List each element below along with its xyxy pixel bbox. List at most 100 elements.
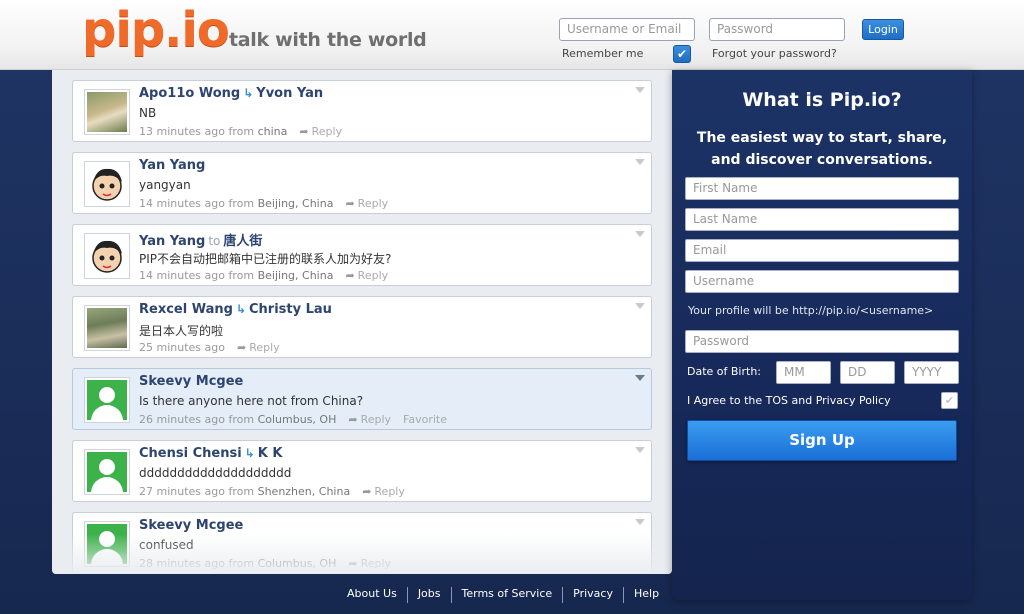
post-author[interactable]: Chensi Chensi (139, 446, 242, 461)
login-password-input[interactable]: Password (709, 18, 845, 41)
post-recipient[interactable]: Yvon Yan (256, 86, 323, 101)
feed-post[interactable]: Skeevy Mcgee Is there anyone here not fro… (72, 368, 652, 430)
header: pip.io talk with the world Username or E… (0, 0, 1024, 70)
post-time[interactable]: 27 minutes ago (139, 485, 225, 498)
post-meta: 14 minutes ago from Beijing, China ➦ Reply (139, 269, 388, 282)
post-menu-chevron-icon[interactable] (635, 231, 645, 237)
reply-link[interactable]: ➦Reply (348, 413, 391, 426)
reply-arrow-icon: ↳ (235, 302, 246, 316)
footer-link-help[interactable]: Help (622, 587, 669, 603)
dob-year-input[interactable]: YYYY (904, 361, 959, 384)
post-header: Yan Yang (139, 158, 205, 173)
post-author[interactable]: Rexcel Wang (139, 302, 233, 317)
post-header: Apo11o Wong ↳ Yvon Yan (139, 86, 323, 101)
post-author[interactable]: Apo11o Wong (139, 86, 240, 101)
post-author[interactable]: Yan Yang (139, 234, 205, 249)
post-author[interactable]: Skeevy Mcgee (139, 374, 243, 389)
post-time[interactable]: 25 minutes ago (139, 341, 225, 354)
post-time[interactable]: 26 minutes ago (139, 413, 225, 426)
post-author[interactable]: Skeevy Mcgee (139, 518, 243, 533)
reply-link[interactable]: ➦Reply (345, 269, 388, 282)
signup-title: What is Pip.io? (742, 89, 902, 111)
reply-link[interactable]: ➦Reply (362, 485, 405, 498)
avatar[interactable] (84, 305, 130, 351)
post-header: Skeevy Mcgee (139, 374, 243, 389)
dob-day-input[interactable]: DD (840, 361, 895, 384)
avatar[interactable] (84, 377, 130, 423)
reply-arrow-icon: ↳ (244, 446, 255, 460)
activity-feed: Apo11o Wong ↳ Yvon Yan NB 13 minutes ago fro… (52, 70, 672, 574)
post-location[interactable]: Beijing, China (258, 197, 334, 210)
feed-post[interactable]: Yan Yang to 唐人街 PIP不会自动把邮箱中已注册的联系人加为好友? 14 m… (72, 224, 652, 286)
post-menu-chevron-icon[interactable] (635, 303, 645, 309)
post-time[interactable]: 14 minutes ago (139, 269, 225, 282)
feed-post[interactable]: Apo11o Wong ↳ Yvon Yan NB 13 minutes ago fro… (72, 80, 652, 142)
footer-link-privacy[interactable]: Privacy (562, 587, 623, 603)
post-message: dddddddddddddddddddd (139, 466, 292, 480)
email-input[interactable]: Email (685, 239, 959, 262)
post-time[interactable]: 13 minutes ago (139, 125, 225, 138)
tos-checkbox[interactable]: ✔ (941, 392, 958, 409)
post-location[interactable]: Shenzhen, China (258, 485, 351, 498)
feed-post[interactable]: Yan Yang yangyan 14 minutes ago from Beiji… (72, 152, 652, 214)
post-from-word: from (228, 197, 255, 210)
avatar[interactable] (84, 233, 130, 279)
avatar-image (87, 380, 127, 420)
reply-link[interactable]: ➦Reply (299, 125, 342, 138)
post-message: NB (139, 106, 157, 120)
post-from-word: from (228, 413, 255, 426)
post-from-word: from (228, 485, 255, 498)
logo[interactable]: pip.io (82, 2, 230, 58)
post-menu-chevron-icon[interactable] (635, 519, 645, 525)
post-location[interactable]: Beijing, China (258, 269, 334, 282)
footer-link-jobs[interactable]: Jobs (406, 587, 451, 603)
first-name-input[interactable]: First Name (685, 177, 959, 200)
dob-month-input[interactable]: MM (776, 361, 831, 384)
reply-label: Reply (357, 197, 389, 210)
reply-label: Reply (249, 341, 280, 354)
checkmark-icon: ✔ (944, 394, 955, 407)
favorite-link[interactable]: Favorite (403, 413, 447, 426)
post-menu-chevron-icon[interactable] (635, 159, 645, 165)
reply-link[interactable]: ➦Reply (237, 341, 280, 354)
login-username-input[interactable]: Username or Email (559, 18, 695, 41)
reply-icon: ➦ (348, 413, 358, 426)
post-message: Is there anyone here not from China? (139, 394, 364, 408)
post-meta: 25 minutes ago ➦ Reply (139, 341, 280, 354)
login-button[interactable]: Login (862, 19, 904, 40)
password-input[interactable]: Password (685, 330, 959, 353)
signup-button[interactable]: Sign Up (687, 420, 957, 461)
remember-me-checkbox[interactable]: ✔ (673, 45, 691, 63)
post-location[interactable]: china (258, 125, 288, 138)
checkmark-icon: ✔ (676, 47, 688, 61)
avatar[interactable] (84, 161, 130, 207)
post-location[interactable]: Columbus, OH (258, 413, 337, 426)
feed-post[interactable]: Chensi Chensi ↳ K K dddddddddddddddddddd 27 … (72, 440, 652, 502)
post-message: 是日本人写的啦 (139, 324, 224, 338)
reply-label: Reply (360, 413, 392, 426)
feed-post[interactable]: Rexcel Wang ↳ Christy Lau 是日本人写的啦 25 minutes… (72, 296, 652, 358)
forgot-password-link[interactable]: Forgot your password? (712, 47, 837, 60)
reply-icon: ➦ (299, 125, 309, 138)
reply-link[interactable]: ➦Reply (345, 197, 388, 210)
post-menu-chevron-icon[interactable] (635, 375, 645, 381)
post-time[interactable]: 14 minutes ago (139, 197, 225, 210)
footer-link-terms[interactable]: Terms of Service (450, 587, 563, 603)
footer-link-about[interactable]: About Us (340, 587, 407, 603)
last-name-input[interactable]: Last Name (685, 208, 959, 231)
username-input[interactable]: Username (685, 270, 959, 293)
avatar[interactable] (84, 449, 130, 495)
post-recipient[interactable]: Christy Lau (249, 302, 332, 317)
post-message: PIP不会自动把邮箱中已注册的联系人加为好友? (139, 252, 392, 266)
tos-label: I Agree to the TOS and Privacy Policy (687, 394, 891, 407)
avatar[interactable] (84, 89, 130, 135)
tagline: talk with the world (229, 29, 427, 51)
post-author[interactable]: Yan Yang (139, 158, 205, 173)
post-recipient[interactable]: 唐人街 (223, 234, 262, 249)
post-menu-chevron-icon[interactable] (635, 87, 645, 93)
post-recipient[interactable]: K K (258, 446, 283, 461)
reply-label: Reply (311, 125, 343, 138)
signup-panel: What is Pip.io? The easiest way to start… (672, 70, 972, 600)
post-menu-chevron-icon[interactable] (635, 447, 645, 453)
reply-icon: ➦ (345, 269, 355, 282)
